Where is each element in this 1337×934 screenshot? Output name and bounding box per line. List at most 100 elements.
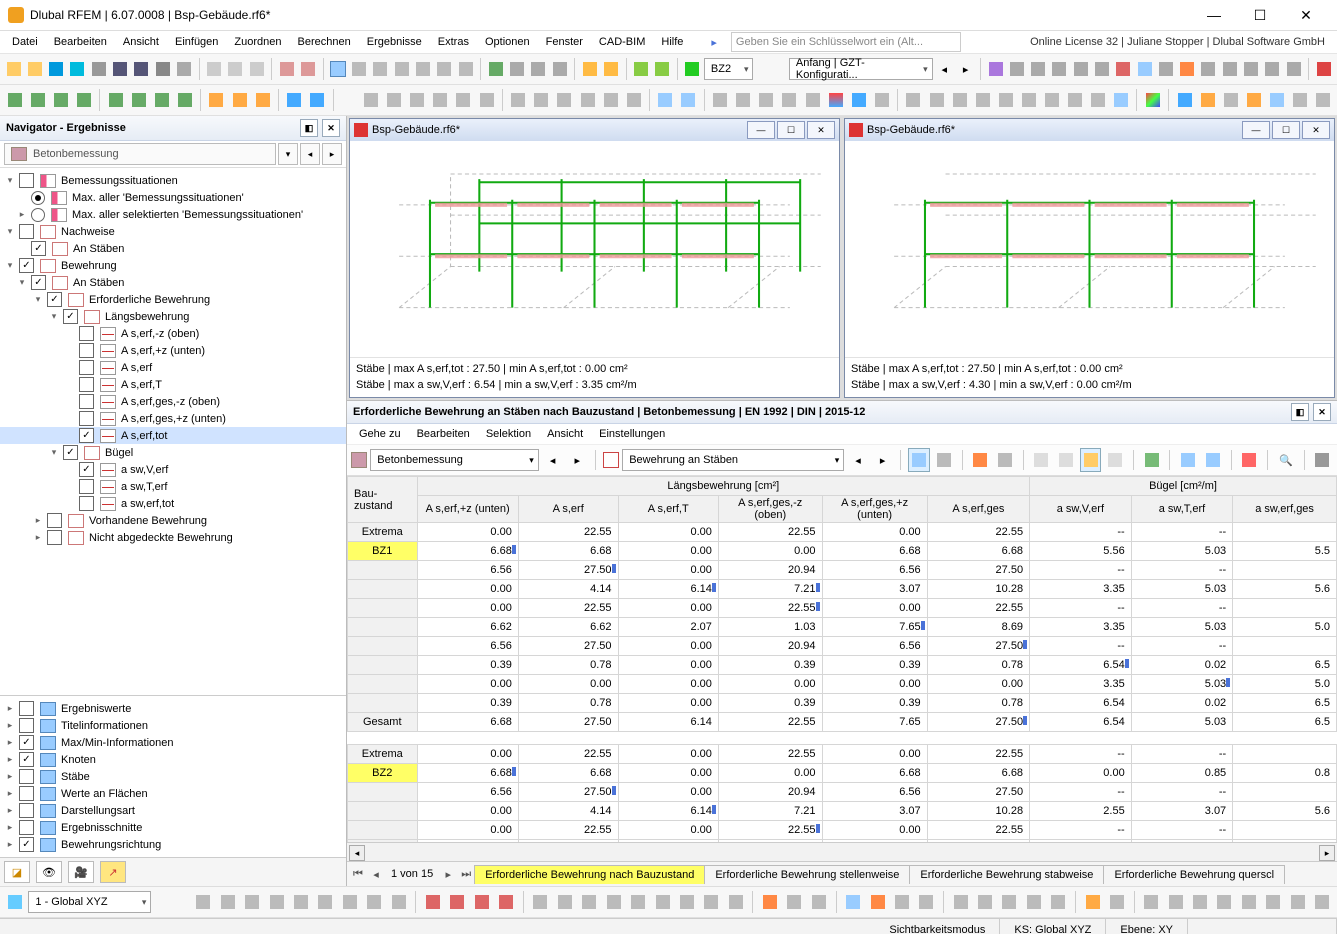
toolbar-button[interactable]: [307, 88, 328, 112]
keyword-search-input[interactable]: Geben Sie ein Schlüsselwort ein (Alt...: [731, 32, 961, 52]
toolbar-button[interactable]: [1135, 57, 1154, 81]
tool-button[interactable]: [1141, 448, 1163, 472]
nav-right-icon[interactable]: ▸: [956, 57, 975, 81]
viewport[interactable]: [845, 141, 1334, 357]
view-min-icon[interactable]: —: [747, 121, 775, 139]
toolbar-button[interactable]: [802, 88, 823, 112]
menu-item[interactable]: Optionen: [477, 33, 538, 51]
tree-item[interactable]: Erforderliche Bewehrung: [87, 294, 210, 306]
tool-button[interactable]: [908, 448, 930, 472]
tree-item[interactable]: a sw,erf,tot: [119, 498, 174, 510]
toolbar-button[interactable]: [413, 57, 432, 81]
menu-item[interactable]: Berechnen: [290, 33, 359, 51]
menu-item[interactable]: Einstellungen: [591, 426, 673, 442]
next-icon[interactable]: ▸: [872, 448, 894, 472]
data-grid[interactable]: Bau-zustandLängsbewehrung [cm²]Bügel [cm…: [347, 476, 1337, 842]
toolbar-button[interactable]: [653, 57, 672, 81]
toolbar-button[interactable]: [1141, 890, 1162, 914]
toolbar-button[interactable]: [1263, 57, 1282, 81]
toolbar-button[interactable]: [388, 890, 409, 914]
combo-dropdown-icon[interactable]: ▾: [278, 143, 298, 165]
toolbar-button[interactable]: [1220, 57, 1239, 81]
nav-tab-active[interactable]: ↗: [100, 861, 126, 883]
toolbar-button[interactable]: [949, 88, 970, 112]
config-combo[interactable]: Anfang | GZT-Konfigurati...: [789, 58, 933, 80]
toolbar-button[interactable]: [476, 88, 497, 112]
toolbar-button[interactable]: [508, 88, 529, 112]
table-tab[interactable]: Erforderliche Bewehrung stellenweise: [704, 865, 910, 884]
toolbar-button[interactable]: [371, 57, 390, 81]
option-item[interactable]: ▸Darstellungsart: [0, 802, 346, 819]
toolbar-button[interactable]: [384, 88, 405, 112]
toolbar-button[interactable]: [1050, 57, 1069, 81]
toolbar-button[interactable]: [277, 57, 296, 81]
toolbar-button[interactable]: [1238, 890, 1259, 914]
toolbar-button[interactable]: [579, 890, 600, 914]
toolbar-button[interactable]: [1263, 890, 1284, 914]
toolbar-button[interactable]: [1092, 57, 1111, 81]
toolbar-button[interactable]: [999, 890, 1020, 914]
toolbar-button[interactable]: [623, 88, 644, 112]
toolbar-button[interactable]: [842, 890, 863, 914]
tree-item[interactable]: An Stäben: [71, 277, 124, 289]
nav-left-icon[interactable]: ◂: [935, 57, 954, 81]
toolbar-button[interactable]: [1289, 88, 1310, 112]
toolbar-button[interactable]: [364, 890, 385, 914]
toolbar-button[interactable]: [128, 88, 149, 112]
toolbar-button[interactable]: [1284, 57, 1303, 81]
toolbar-button[interactable]: [1178, 57, 1197, 81]
save-icon[interactable]: [110, 57, 129, 81]
toolbar-button[interactable]: [916, 890, 937, 914]
toolbar-button[interactable]: [1312, 88, 1333, 112]
tree-item[interactable]: An Stäben: [71, 243, 124, 255]
toolbar-button[interactable]: [1023, 890, 1044, 914]
tree-item[interactable]: A s,erf,+z (unten): [119, 345, 205, 357]
toolbar-button[interactable]: [242, 890, 263, 914]
tool-button[interactable]: [933, 448, 955, 472]
toolbar-button[interactable]: [229, 88, 250, 112]
toolbar-button[interactable]: [1018, 88, 1039, 112]
toolbar-button[interactable]: [226, 57, 245, 81]
toolbar-button[interactable]: [392, 57, 411, 81]
tree-item[interactable]: Bewehrung: [59, 260, 117, 272]
toolbar-button[interactable]: [600, 88, 621, 112]
toolbar-button[interactable]: [550, 57, 569, 81]
tool-button[interactable]: [1202, 448, 1224, 472]
toolbar-button[interactable]: [530, 890, 551, 914]
toolbar-button[interactable]: [4, 57, 23, 81]
tree-item[interactable]: Nicht abgedeckte Bewehrung: [87, 532, 233, 544]
table-tab-active[interactable]: Erforderliche Bewehrung nach Bauzustand: [474, 865, 705, 884]
menu-item[interactable]: Zuordnen: [226, 33, 289, 51]
toolbar-button[interactable]: [627, 890, 648, 914]
toolbar-button[interactable]: [926, 88, 947, 112]
toolbar-button[interactable]: [825, 88, 846, 112]
tree-item[interactable]: a sw,V,erf: [119, 464, 168, 476]
navigator-tree[interactable]: ▾Bemessungssituationen Max. aller 'Bemes…: [0, 168, 346, 695]
toolbar-button[interactable]: [496, 890, 517, 914]
toolbar-button[interactable]: [422, 890, 443, 914]
tree-item[interactable]: A s,erf,ges,+z (unten): [119, 413, 226, 425]
tree-item[interactable]: Bügel: [103, 447, 133, 459]
table-tab[interactable]: Erforderliche Bewehrung stabweise: [909, 865, 1104, 884]
menu-item[interactable]: Ansicht: [539, 426, 591, 442]
toolbar-button[interactable]: [339, 890, 360, 914]
toolbar-button[interactable]: [1214, 890, 1235, 914]
toolbar-button[interactable]: [891, 890, 912, 914]
tool-button[interactable]: [1031, 448, 1053, 472]
toolbar-button[interactable]: [204, 57, 223, 81]
toolbar-button[interactable]: [950, 890, 971, 914]
last-icon[interactable]: ⏭: [457, 865, 475, 883]
filter-icon[interactable]: [1177, 448, 1199, 472]
toolbar-button[interactable]: [1064, 88, 1085, 112]
toolbar-button[interactable]: [407, 88, 428, 112]
toolbar-button[interactable]: [903, 88, 924, 112]
close-icon[interactable]: ✕: [1313, 403, 1331, 421]
nav-tab[interactable]: 👁: [36, 861, 62, 883]
option-item[interactable]: ▸Titelinformationen: [0, 717, 346, 734]
menu-item[interactable]: Fenster: [538, 33, 591, 51]
menu-item[interactable]: Bearbeiten: [409, 426, 478, 442]
toolbar-button[interactable]: [577, 88, 598, 112]
toolbar-button[interactable]: [1048, 890, 1069, 914]
menu-item[interactable]: Bearbeiten: [46, 33, 115, 51]
option-item[interactable]: ▸Werte an Flächen: [0, 785, 346, 802]
